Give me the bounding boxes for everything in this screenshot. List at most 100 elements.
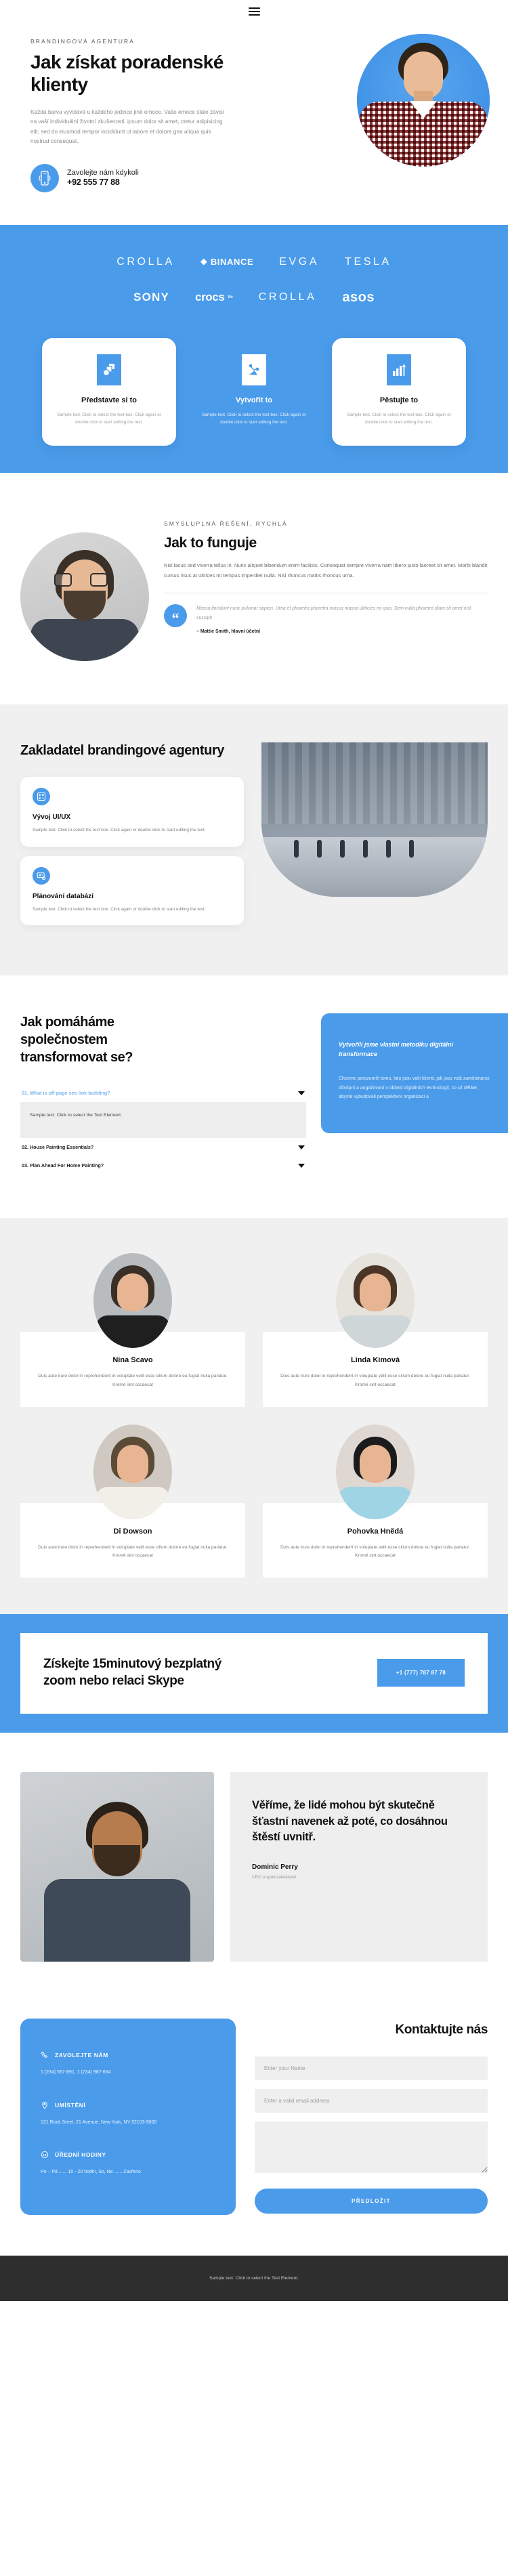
chevron-down-icon[interactable] <box>298 1163 305 1168</box>
contact-info-panel: ZAVOLEJTE NÁM 1 (234) 567-891, 1 (234) 9… <box>20 2019 236 2215</box>
accordion-item-2[interactable]: 02. House Painting Essentials? <box>20 1138 306 1156</box>
qr-code-icon <box>33 788 50 806</box>
accordion-label: 03. Plan Ahead For Home Painting? <box>22 1162 104 1169</box>
contact-block-value: 1 (234) 567-891, 1 (234) 987-654 <box>41 2070 111 2075</box>
nodes-icon <box>242 354 266 385</box>
accordion-item-1[interactable]: 01. What is off page seo link building? … <box>20 1084 306 1139</box>
team-member-photo <box>336 1253 415 1349</box>
logo-binance: BINANCE <box>200 257 253 267</box>
cta-title: Získejte 15minutový bezplatný zoom nebo … <box>43 1657 221 1688</box>
page-root: BRANDINGOVÁ AGENTURA Jak získat poradens… <box>0 0 508 2301</box>
contact-block-title: UMÍSTĚNÍ <box>55 2101 86 2109</box>
hero-description: Každá barva vyvolává u každého jedince j… <box>30 108 225 145</box>
how-it-works-title: Jak to funguje <box>164 535 257 551</box>
footer-text: Sample text. Click to select the Text El… <box>209 2276 299 2281</box>
quote-text: Massa tincidunt nunc pulvinar sapien. Ur… <box>196 606 471 620</box>
contact-block-hours: 24 ÚŘEDNÍ HODINY Po – Pá ...... 10 - 20 … <box>41 2151 215 2176</box>
top-navigation <box>0 0 508 23</box>
contact-block-phone: ZAVOLEJTE NÁM 1 (234) 567-891, 1 (234) 9… <box>41 2051 215 2076</box>
team-member-photo <box>93 1253 172 1349</box>
team-member-card[interactable]: Di Dowson Duis aute irure dolor in repre… <box>20 1424 245 1578</box>
how-it-works-body: Nisi lacus sed viverra tellus in. Nunc a… <box>164 562 488 578</box>
team-member-name: Linda Kimová <box>350 1356 400 1365</box>
faq-highlight-panel: Vytvořili jsme vlastní metodiku digitáln… <box>321 1013 508 1133</box>
team-member-card[interactable]: Pohovka Hnědá Duis aute irure dolor in r… <box>263 1424 488 1578</box>
feature-text: Sample text. Click to select the text bo… <box>202 412 306 425</box>
logo-crolla: CROLLA <box>117 255 175 268</box>
hero-section: BRANDINGOVÁ AGENTURA Jak získat poradens… <box>0 23 508 225</box>
founder-card-uiux[interactable]: Vývoj UI/UX Sample text. Click to select… <box>20 777 244 847</box>
contact-block-value: 121 Rock Sreet, 21 Avenue, New York, NY … <box>41 2119 157 2125</box>
accordion-header[interactable]: 03. Plan Ahead For Home Painting? <box>20 1156 306 1175</box>
message-field[interactable] <box>255 2121 488 2174</box>
feature-title: Pěstujte to <box>379 396 419 404</box>
founder-card-text: Sample text. Click to select the text bo… <box>33 828 206 833</box>
team-member-name: Pohovka Hnědá <box>347 1527 404 1536</box>
partners-section: CROLLA BINANCE EVGA TESLA SONY crocs tm … <box>0 224 508 473</box>
accordion-label: 01. What is off page seo link building? <box>22 1090 110 1097</box>
contact-form-title: Kontaktujte nás <box>395 2023 488 2037</box>
clock-24-icon: 24 <box>41 2151 49 2159</box>
team-section: Nina Scavo Duis aute irure dolor in repr… <box>0 1218 508 1615</box>
mobile-phone-icon <box>30 163 59 192</box>
name-field[interactable] <box>255 2056 488 2081</box>
svg-text:24: 24 <box>43 2153 47 2157</box>
team-member-card[interactable]: Nina Scavo Duis aute irure dolor in repr… <box>20 1253 245 1407</box>
feature-card-imagine[interactable]: Představte si to Sample text. Click to s… <box>42 337 176 446</box>
logo-row-2: SONY crocs tm CROLLA asos <box>0 279 508 316</box>
chevron-down-icon[interactable] <box>298 1145 305 1149</box>
testimonial-portrait <box>20 1772 214 1962</box>
logo-crocs-tm: tm <box>228 295 233 300</box>
team-member-name: Nina Scavo <box>112 1356 153 1365</box>
accordion-item-3[interactable]: 03. Plan Ahead For Home Painting? <box>20 1156 306 1175</box>
feature-title: Představte si to <box>81 396 137 404</box>
email-field[interactable] <box>255 2089 488 2113</box>
founder-card-text: Sample text. Click to select the text bo… <box>33 906 206 912</box>
page-title: Jak získat poradenské klienty <box>30 51 224 95</box>
submit-button[interactable]: PŘEDLOŽIT <box>255 2189 488 2214</box>
faq-section: Jak pomáháme společnostem transformovat … <box>20 975 508 1218</box>
contact-block-location: UMÍSTĚNÍ 121 Rock Sreet, 21 Avenue, New … <box>41 2101 215 2126</box>
team-member-card[interactable]: Linda Kimová Duis aute irure dolor in re… <box>263 1253 488 1407</box>
growth-chart-icon <box>387 354 411 385</box>
hero-call-block[interactable]: Zavolejte nám kdykoli +92 555 77 88 <box>30 163 478 192</box>
cta-phone-button[interactable]: +1 (777) 787 87 78 <box>377 1659 465 1687</box>
contact-block-title: ZAVOLEJTE NÁM <box>55 2052 108 2059</box>
logo-asos: asos <box>342 289 375 305</box>
team-member-bio: Duis aute irure dolor in reprehenderit i… <box>280 1544 470 1558</box>
call-phone-number[interactable]: +92 555 77 88 <box>67 177 139 187</box>
faq-panel-title: Vytvořili jsme vlastní metodiku digitáln… <box>339 1041 453 1058</box>
accordion-panel: Sample text. Click to select the Text El… <box>20 1102 306 1139</box>
call-label: Zavolejte nám kdykoli <box>67 168 139 177</box>
logo-row-1: CROLLA BINANCE EVGA TESLA <box>0 245 508 279</box>
logo-crocs-text: crocs <box>195 291 225 304</box>
hamburger-menu-icon[interactable] <box>248 7 260 16</box>
accordion-body-text: Sample text. Click to select the Text El… <box>30 1113 122 1118</box>
footer: Sample text. Click to select the Text El… <box>0 2256 508 2301</box>
feature-card-create[interactable]: Vytvořit to Sample text. Click to select… <box>187 338 321 446</box>
team-member-bio: Duis aute irure dolor in reprehenderit i… <box>38 1544 228 1558</box>
database-screen-icon <box>33 866 50 885</box>
testimonial-author-role: CEO a spoluzakladatel <box>252 1874 297 1880</box>
quote-author: – Mattie Smith, hlavní účetní <box>196 629 261 634</box>
cta-section: Získejte 15minutový bezplatný zoom nebo … <box>0 1614 508 1733</box>
feature-card-grow[interactable]: Pěstujte to Sample text. Click to select… <box>332 337 466 446</box>
testimonial-quote-text: Věříme, že lidé mohou být skutečně šťast… <box>252 1799 448 1844</box>
how-it-works-eyebrow: SMYSLUPLNÁ ŘEŠENÍ, RYCHLÁ <box>164 520 288 528</box>
team-member-photo <box>93 1424 172 1519</box>
how-it-works-section: SMYSLUPLNÁ ŘEŠENÍ, RYCHLÁ Jak to funguje… <box>20 473 488 704</box>
hero-portrait-image <box>357 34 490 167</box>
feature-cards: Představte si to Sample text. Click to s… <box>0 323 508 473</box>
contact-block-title: ÚŘEDNÍ HODINY <box>55 2151 106 2158</box>
location-pin-icon <box>41 2101 49 2109</box>
accordion-header[interactable]: 01. What is off page seo link building? <box>20 1084 306 1102</box>
founder-office-image <box>261 742 488 898</box>
founder-card-database[interactable]: Plánování databází Sample text. Click to… <box>20 856 244 926</box>
chevron-down-icon[interactable] <box>298 1091 305 1095</box>
faq-title: Jak pomáháme společnostem transformovat … <box>20 1015 133 1065</box>
partner-logos: CROLLA BINANCE EVGA TESLA SONY crocs tm … <box>0 225 508 323</box>
team-member-bio: Duis aute irure dolor in reprehenderit i… <box>38 1374 228 1387</box>
accordion-header[interactable]: 02. House Painting Essentials? <box>20 1138 306 1156</box>
team-member-bio: Duis aute irure dolor in reprehenderit i… <box>280 1374 470 1387</box>
phone-icon <box>41 2051 49 2059</box>
